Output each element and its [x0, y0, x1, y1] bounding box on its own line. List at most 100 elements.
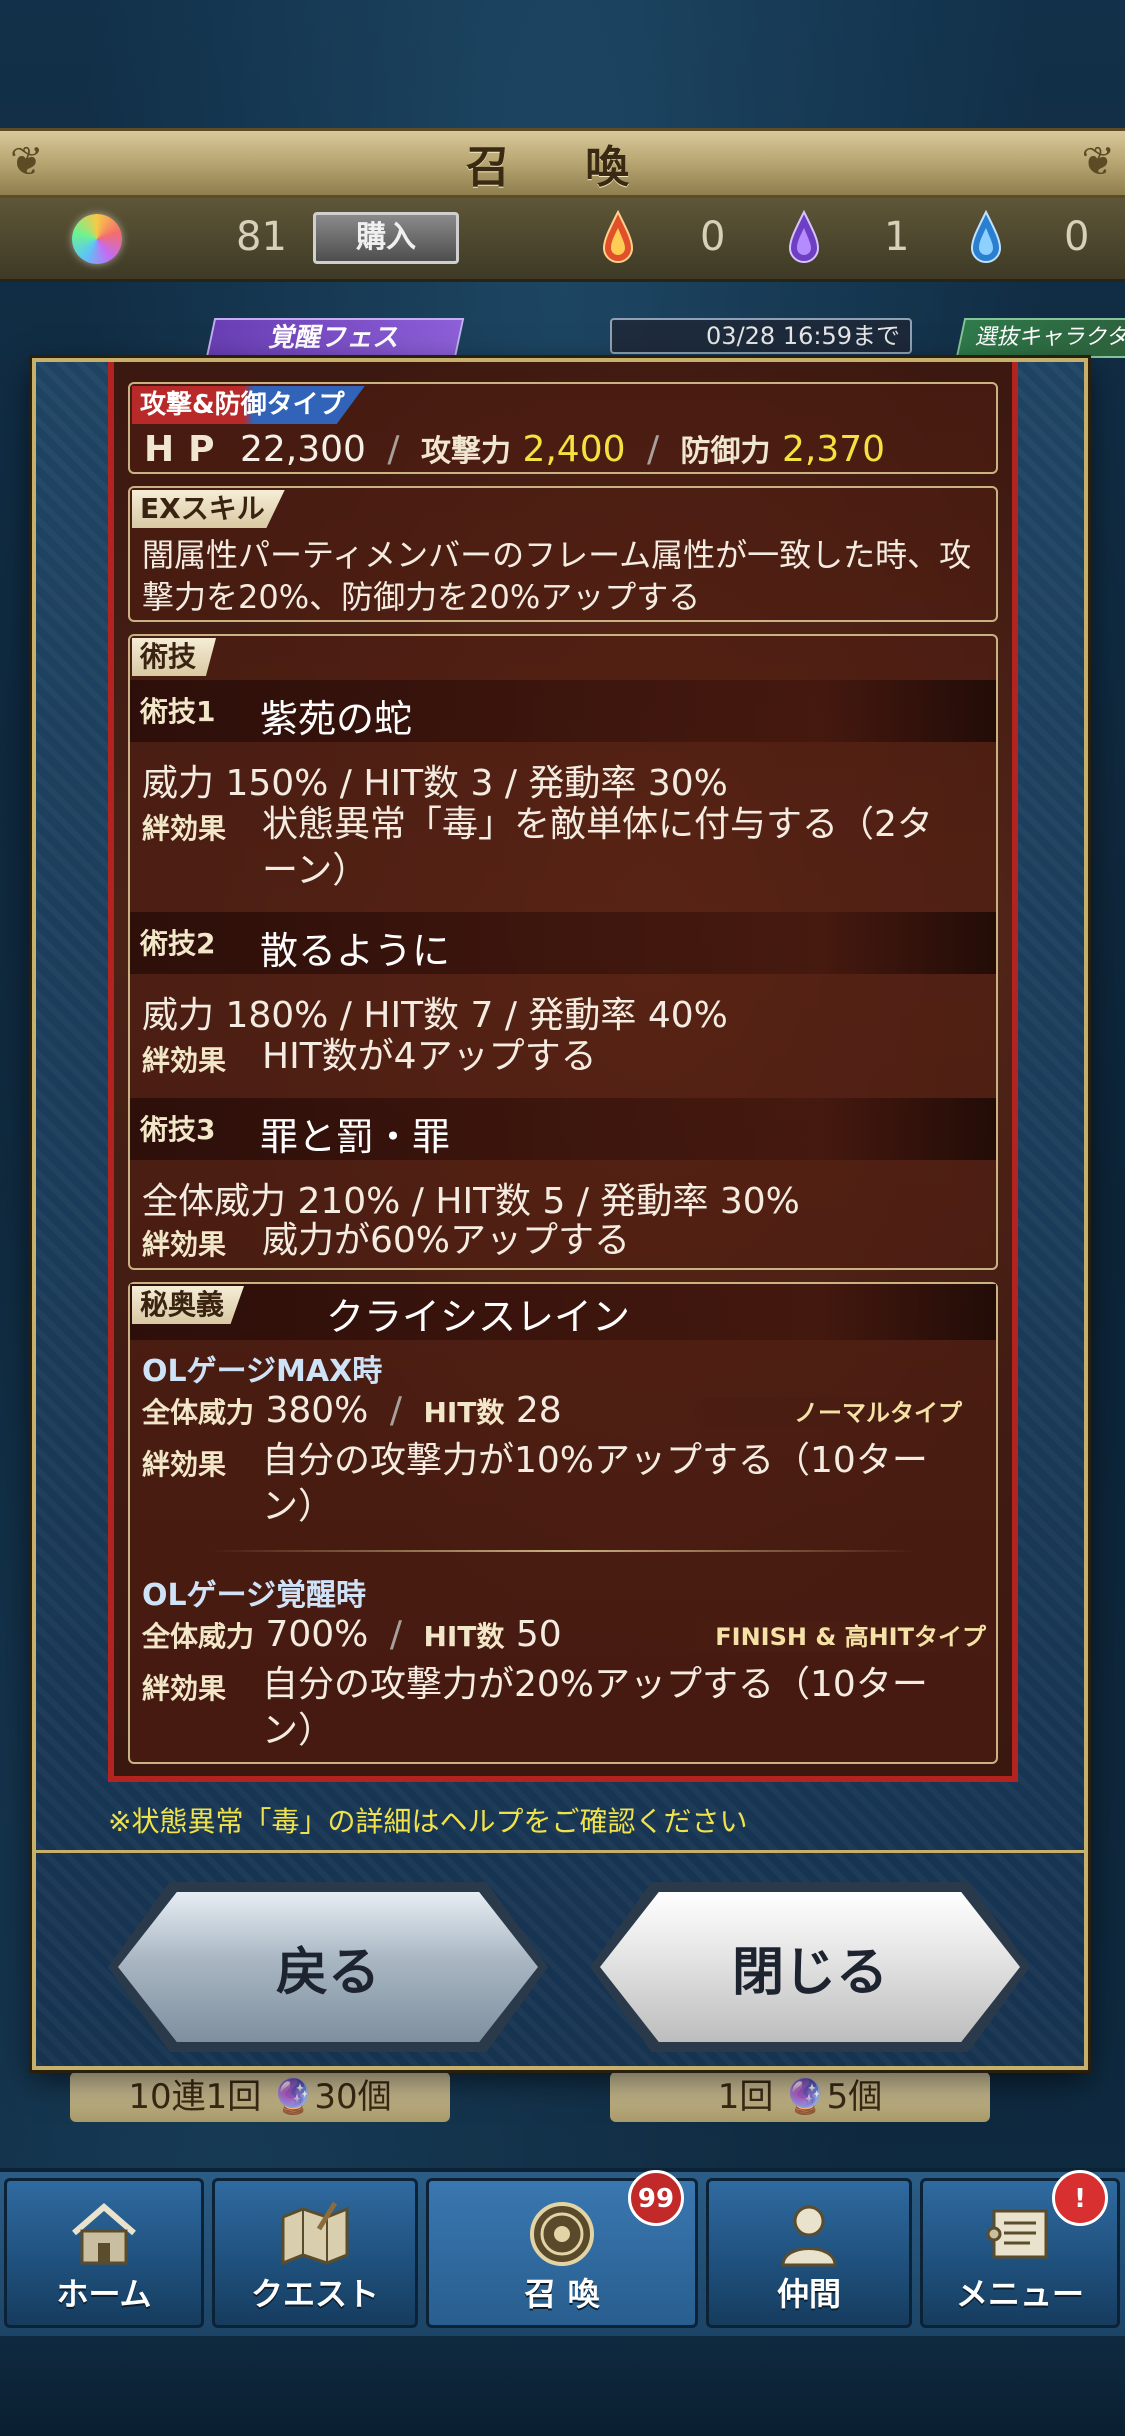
fes-banner-label[interactable]: 覚醒フェス — [205, 318, 465, 358]
close-button[interactable]: 閉じる — [600, 1892, 1020, 2042]
power-label: 全体威力 — [142, 1620, 255, 1653]
kizuna-label: 絆効果 — [142, 1448, 227, 1481]
ex-skill-label: EXスキル — [132, 490, 285, 528]
skill-2-kizuna-text: HIT数が4アップする — [262, 1036, 597, 1077]
modal-divider — [36, 1850, 1084, 1853]
separator: / — [389, 1390, 402, 1431]
menu-scroll-icon — [986, 2209, 1048, 2259]
skills-label: 術技 — [132, 638, 217, 676]
ol-max-kizuna: 絆効果 自分の攻撃力が10%アップする（10ターン） — [142, 1438, 986, 1530]
nav-home-label: ホーム — [56, 2275, 152, 2313]
skill-2-stats: 威力 180% / HIT数 7 / 発動率 40% — [142, 995, 728, 1036]
purple-drop-icon — [788, 210, 820, 263]
page-title: 召 喚 — [465, 142, 660, 193]
summon-10-option[interactable]: 10連1回 🔮30個 — [70, 2072, 450, 2122]
ol-max-stats: 全体威力 380% / HIT数 28 — [142, 1390, 562, 1431]
hp-value: 22,300 — [239, 429, 366, 470]
red-drop-icon — [602, 210, 634, 263]
menu-alert-badge: ! — [1052, 2170, 1108, 2226]
skill-2-kizuna: 絆効果 HIT数が4アップする — [142, 1034, 986, 1084]
nav-home[interactable]: ホーム — [4, 2178, 204, 2328]
skill-3-name: 罪と罰・罪 — [260, 1115, 451, 1159]
separator: / — [387, 429, 400, 470]
skill-1-name: 紫苑の蛇 — [260, 697, 413, 741]
nav-ally-label: 仲間 — [776, 2275, 841, 2313]
hit-label: HIT数 — [423, 1396, 505, 1429]
ol-max-heading: OLゲージMAX時 — [142, 1354, 383, 1389]
skill-1-kizuna: 絆効果 状態異常「毒」を敵単体に付与する（2ターン） — [142, 802, 986, 894]
kizuna-label: 絆効果 — [142, 1228, 227, 1261]
skill-1-stats: 威力 150% / HIT数 3 / 発動率 30% — [142, 763, 728, 804]
hp-label: HP — [144, 429, 229, 470]
mystic-label: 秘奥義 — [132, 1286, 245, 1324]
atk-value: 2,400 — [522, 429, 626, 470]
ally-icon — [781, 2205, 837, 2267]
power-label: 全体威力 — [142, 1396, 255, 1429]
ex-skill-section: EXスキル 闇属性パーティメンバーのフレーム属性が一致した時、攻撃力を20%、防… — [128, 486, 998, 622]
ol-awake-stats: 全体威力 700% / HIT数 50 — [142, 1614, 562, 1655]
ol-awake-type: FINISH & 高HITタイプ — [670, 1622, 996, 1652]
buy-button[interactable]: 購入 — [313, 212, 459, 264]
hit-label: HIT数 — [423, 1620, 505, 1653]
detail-scroll-panel[interactable]: 攻撃&防御タイプ HP 22,300 / 攻撃力 2,400 / 防御力 2,3… — [108, 362, 1018, 1782]
ol-awake-heading: OLゲージ覚醒時 — [142, 1578, 367, 1613]
nav-summon-label: 召 喚 — [524, 2275, 600, 2313]
blue-drop-icon — [970, 210, 1002, 263]
skill-2-name: 散るように — [260, 929, 451, 973]
atk-label: 攻撃力 — [420, 434, 511, 469]
deadline-label: 03/28 16:59まで — [610, 318, 912, 354]
kizuna-label: 絆効果 — [142, 1672, 227, 1705]
ol-awake-kizuna: 絆効果 自分の攻撃力が20%アップする（10ターン） — [142, 1662, 986, 1754]
ol-max-type: ノーマルタイプ — [694, 1398, 984, 1428]
nav-quest[interactable]: クエスト — [212, 2178, 418, 2328]
summon-icon — [530, 2202, 594, 2266]
ornament-icon: ❦ — [10, 139, 44, 185]
def-label: 防御力 — [680, 434, 771, 469]
divider — [210, 1550, 916, 1552]
def-value: 2,370 — [782, 429, 886, 470]
unit-detail-modal: 攻撃&防御タイプ HP 22,300 / 攻撃力 2,400 / 防御力 2,3… — [32, 358, 1088, 2070]
bottom-decoration — [0, 2336, 1125, 2436]
summon-badge: 99 — [628, 2170, 684, 2226]
type-badge: 攻撃&防御タイプ — [132, 386, 365, 424]
skill-3-kizuna-text: 威力が60%アップする — [262, 1220, 631, 1261]
home-icon — [72, 2203, 136, 2265]
ol-max-kizuna-text: 自分の攻撃力が10%アップする（10ターン） — [262, 1440, 928, 1527]
blue-drop-count: 0 — [1064, 214, 1090, 260]
skill-3-tag: 術技3 — [140, 1113, 216, 1146]
skill-3-kizuna: 絆効果 威力が60%アップする — [142, 1218, 986, 1268]
skills-section: 術技 術技1 紫苑の蛇 威力 150% / HIT数 3 / 発動率 30% 絆… — [128, 634, 998, 1270]
poison-help-note: ※状態異常「毒」の詳細はヘルプをご確認ください — [108, 1805, 748, 1838]
nav-ally[interactable]: 仲間 — [706, 2178, 912, 2328]
skill-3-header: 術技3 罪と罰・罪 — [130, 1098, 996, 1160]
skill-1-tag: 術技1 — [140, 695, 216, 728]
ornament-icon: ❦ — [1081, 139, 1115, 185]
separator: / — [389, 1614, 402, 1655]
title-bar: ❦ 召 喚 ❦ — [0, 128, 1125, 198]
skill-2-tag: 術技2 — [140, 927, 216, 960]
currency-bar: 81 購入 0 1 0 — [0, 198, 1125, 282]
ol-max-power: 380% — [265, 1390, 369, 1431]
quest-map-icon — [281, 2201, 349, 2266]
ol-max-hit: 28 — [515, 1390, 562, 1431]
ol-awake-hit: 50 — [515, 1614, 562, 1655]
red-drop-count: 0 — [700, 214, 726, 260]
mystic-section: 秘奥義 クライシスレイン OLゲージMAX時 全体威力 380% / HIT数 … — [128, 1282, 998, 1764]
skill-2-header: 術技2 散るように — [130, 912, 996, 974]
summon-1-option[interactable]: 1回 🔮5個 — [610, 2072, 990, 2122]
skill-1-kizuna-text: 状態異常「毒」を敵単体に付与する（2ターン） — [262, 804, 933, 891]
kizuna-label: 絆効果 — [142, 812, 227, 845]
gem-icon — [72, 214, 122, 264]
mystic-name: クライシスレイン — [326, 1295, 631, 1339]
kizuna-label: 絆効果 — [142, 1044, 227, 1077]
stats-section: 攻撃&防御タイプ HP 22,300 / 攻撃力 2,400 / 防御力 2,3… — [128, 382, 998, 474]
nav-quest-label: クエスト — [250, 2275, 379, 2313]
skill-1-header: 術技1 紫苑の蛇 — [130, 680, 996, 742]
separator: / — [646, 429, 660, 470]
nav-menu-label: メニュー — [955, 2275, 1084, 2313]
ol-awake-power: 700% — [265, 1614, 369, 1655]
stats-row: HP 22,300 / 攻撃力 2,400 / 防御力 2,370 — [144, 426, 885, 470]
purple-drop-count: 1 — [884, 214, 910, 260]
select-chara-banner[interactable]: 選抜キャラクタ — [955, 318, 1125, 358]
back-button[interactable]: 戻る — [118, 1892, 538, 2042]
